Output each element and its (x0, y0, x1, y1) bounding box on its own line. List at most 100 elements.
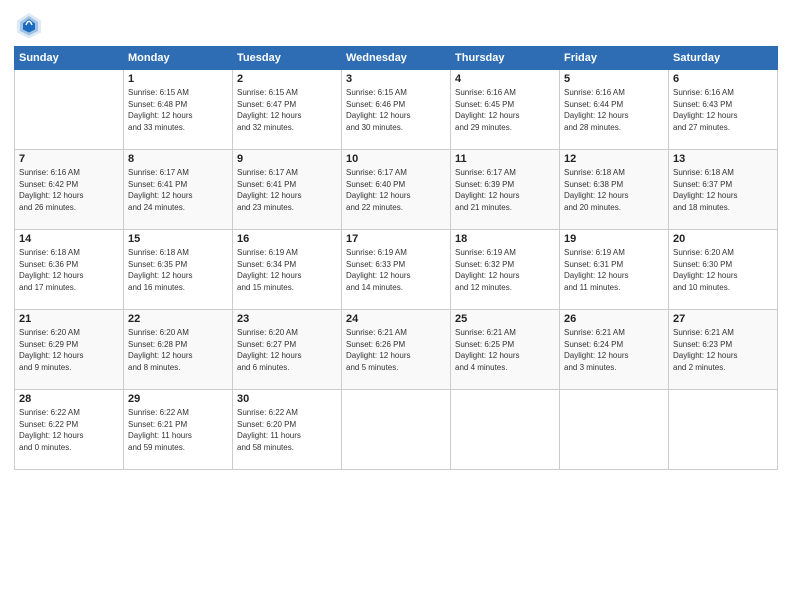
day-number: 3 (346, 73, 446, 85)
cell-info: Sunrise: 6:16 AM Sunset: 6:42 PM Dayligh… (19, 167, 119, 213)
day-number: 30 (237, 393, 337, 405)
calendar-cell: 19Sunrise: 6:19 AM Sunset: 6:31 PM Dayli… (560, 230, 669, 310)
day-number: 24 (346, 313, 446, 325)
day-number: 21 (19, 313, 119, 325)
calendar-cell: 7Sunrise: 6:16 AM Sunset: 6:42 PM Daylig… (15, 150, 124, 230)
day-number: 9 (237, 153, 337, 165)
day-header-wednesday: Wednesday (342, 47, 451, 70)
cell-info: Sunrise: 6:19 AM Sunset: 6:32 PM Dayligh… (455, 247, 555, 293)
day-number: 5 (564, 73, 664, 85)
day-number: 10 (346, 153, 446, 165)
day-header-monday: Monday (124, 47, 233, 70)
cell-info: Sunrise: 6:20 AM Sunset: 6:30 PM Dayligh… (673, 247, 773, 293)
cell-info: Sunrise: 6:20 AM Sunset: 6:28 PM Dayligh… (128, 327, 228, 373)
calendar-cell (560, 390, 669, 470)
header (14, 10, 778, 40)
cell-info: Sunrise: 6:20 AM Sunset: 6:27 PM Dayligh… (237, 327, 337, 373)
day-number: 11 (455, 153, 555, 165)
calendar-table: SundayMondayTuesdayWednesdayThursdayFrid… (14, 46, 778, 470)
day-number: 17 (346, 233, 446, 245)
calendar-cell: 28 Sunrise: 6:22 AM Sunset: 6:22 PM Dayli… (15, 390, 124, 470)
calendar-cell: 1 Sunrise: 6:15 AM Sunset: 6:48 PM Daylig… (124, 70, 233, 150)
cell-info: Sunrise: 6:15 AM Sunset: 6:47 PM Dayligh… (237, 87, 337, 133)
cell-info: Sunrise: 6:17 AM Sunset: 6:39 PM Dayligh… (455, 167, 555, 213)
cell-info: Sunrise: 6:18 AM Sunset: 6:35 PM Dayligh… (128, 247, 228, 293)
cell-info: Sunrise: 6:15 AM Sunset: 6:48 PM Dayligh… (128, 87, 228, 133)
calendar-cell: 16 Sunrise: 6:19 AM Sunset: 6:34 PM Dayli… (233, 230, 342, 310)
day-header-saturday: Saturday (669, 47, 778, 70)
day-number: 4 (455, 73, 555, 85)
cell-info: Sunrise: 6:18 AM Sunset: 6:36 PM Dayligh… (19, 247, 119, 293)
calendar-page: SundayMondayTuesdayWednesdayThursdayFrid… (0, 0, 792, 612)
day-header-friday: Friday (560, 47, 669, 70)
calendar-cell: 30 Sunrise: 6:22 AM Sunset: 6:20 PM Dayli… (233, 390, 342, 470)
day-number: 23 (237, 313, 337, 325)
day-header-tuesday: Tuesday (233, 47, 342, 70)
calendar-cell: 5 Sunrise: 6:16 AM Sunset: 6:44 PM Daylig… (560, 70, 669, 150)
calendar-cell: 14 Sunrise: 6:18 AM Sunset: 6:36 PM Dayli… (15, 230, 124, 310)
calendar-week-4: 21 Sunrise: 6:20 AM Sunset: 6:29 PM Dayli… (15, 310, 778, 390)
calendar-cell: 22 Sunrise: 6:20 AM Sunset: 6:28 PM Dayli… (124, 310, 233, 390)
cell-info: Sunrise: 6:21 AM Sunset: 6:25 PM Dayligh… (455, 327, 555, 373)
cell-info: Sunrise: 6:18 AM Sunset: 6:37 PM Dayligh… (673, 167, 773, 213)
cell-info: Sunrise: 6:16 AM Sunset: 6:45 PM Dayligh… (455, 87, 555, 133)
cell-info: Sunrise: 6:22 AM Sunset: 6:22 PM Dayligh… (19, 407, 119, 453)
cell-info: Sunrise: 6:15 AM Sunset: 6:46 PM Dayligh… (346, 87, 446, 133)
cell-info: Sunrise: 6:22 AM Sunset: 6:20 PM Dayligh… (237, 407, 337, 453)
day-number: 6 (673, 73, 773, 85)
day-number: 12 (564, 153, 664, 165)
cell-info: Sunrise: 6:19 AM Sunset: 6:34 PM Dayligh… (237, 247, 337, 293)
cell-info: Sunrise: 6:19 AM Sunset: 6:33 PM Dayligh… (346, 247, 446, 293)
day-number: 19 (564, 233, 664, 245)
day-number: 2 (237, 73, 337, 85)
calendar-cell: 12 Sunrise: 6:18 AM Sunset: 6:38 PM Dayli… (560, 150, 669, 230)
calendar-cell: 9 Sunrise: 6:17 AM Sunset: 6:41 PM Daylig… (233, 150, 342, 230)
day-number: 14 (19, 233, 119, 245)
calendar-cell: 13Sunrise: 6:18 AM Sunset: 6:37 PM Dayli… (669, 150, 778, 230)
calendar-cell: 23 Sunrise: 6:20 AM Sunset: 6:27 PM Dayli… (233, 310, 342, 390)
cell-info: Sunrise: 6:20 AM Sunset: 6:29 PM Dayligh… (19, 327, 119, 373)
cell-info: Sunrise: 6:17 AM Sunset: 6:40 PM Dayligh… (346, 167, 446, 213)
day-number: 25 (455, 313, 555, 325)
calendar-cell: 27Sunrise: 6:21 AM Sunset: 6:23 PM Dayli… (669, 310, 778, 390)
calendar-week-2: 7Sunrise: 6:16 AM Sunset: 6:42 PM Daylig… (15, 150, 778, 230)
calendar-cell: 4 Sunrise: 6:16 AM Sunset: 6:45 PM Daylig… (451, 70, 560, 150)
calendar-cell: 6Sunrise: 6:16 AM Sunset: 6:43 PM Daylig… (669, 70, 778, 150)
cell-info: Sunrise: 6:17 AM Sunset: 6:41 PM Dayligh… (237, 167, 337, 213)
day-number: 28 (19, 393, 119, 405)
day-header-thursday: Thursday (451, 47, 560, 70)
day-number: 8 (128, 153, 228, 165)
calendar-body: 1 Sunrise: 6:15 AM Sunset: 6:48 PM Daylig… (15, 70, 778, 470)
logo (14, 10, 48, 40)
calendar-cell: 26Sunrise: 6:21 AM Sunset: 6:24 PM Dayli… (560, 310, 669, 390)
cell-info: Sunrise: 6:21 AM Sunset: 6:23 PM Dayligh… (673, 327, 773, 373)
day-number: 1 (128, 73, 228, 85)
calendar-cell (451, 390, 560, 470)
calendar-cell (342, 390, 451, 470)
calendar-cell: 10 Sunrise: 6:17 AM Sunset: 6:40 PM Dayli… (342, 150, 451, 230)
cell-info: Sunrise: 6:21 AM Sunset: 6:26 PM Dayligh… (346, 327, 446, 373)
calendar-cell: 18 Sunrise: 6:19 AM Sunset: 6:32 PM Dayli… (451, 230, 560, 310)
cell-info: Sunrise: 6:16 AM Sunset: 6:44 PM Dayligh… (564, 87, 664, 133)
cell-info: Sunrise: 6:18 AM Sunset: 6:38 PM Dayligh… (564, 167, 664, 213)
calendar-cell: 8Sunrise: 6:17 AM Sunset: 6:41 PM Daylig… (124, 150, 233, 230)
calendar-cell (669, 390, 778, 470)
day-number: 22 (128, 313, 228, 325)
calendar-cell: 24 Sunrise: 6:21 AM Sunset: 6:26 PM Dayli… (342, 310, 451, 390)
cell-info: Sunrise: 6:22 AM Sunset: 6:21 PM Dayligh… (128, 407, 228, 453)
calendar-cell: 17 Sunrise: 6:19 AM Sunset: 6:33 PM Dayli… (342, 230, 451, 310)
calendar-week-5: 28 Sunrise: 6:22 AM Sunset: 6:22 PM Dayli… (15, 390, 778, 470)
day-number: 20 (673, 233, 773, 245)
logo-icon (14, 10, 44, 40)
calendar-cell: 3 Sunrise: 6:15 AM Sunset: 6:46 PM Daylig… (342, 70, 451, 150)
calendar-cell: 11 Sunrise: 6:17 AM Sunset: 6:39 PM Dayli… (451, 150, 560, 230)
calendar-cell: 25 Sunrise: 6:21 AM Sunset: 6:25 PM Dayli… (451, 310, 560, 390)
calendar-header: SundayMondayTuesdayWednesdayThursdayFrid… (15, 47, 778, 70)
day-number: 16 (237, 233, 337, 245)
calendar-week-3: 14 Sunrise: 6:18 AM Sunset: 6:36 PM Dayli… (15, 230, 778, 310)
calendar-cell: 29Sunrise: 6:22 AM Sunset: 6:21 PM Dayli… (124, 390, 233, 470)
calendar-cell: 2 Sunrise: 6:15 AM Sunset: 6:47 PM Daylig… (233, 70, 342, 150)
day-number: 18 (455, 233, 555, 245)
day-number: 26 (564, 313, 664, 325)
day-number: 15 (128, 233, 228, 245)
